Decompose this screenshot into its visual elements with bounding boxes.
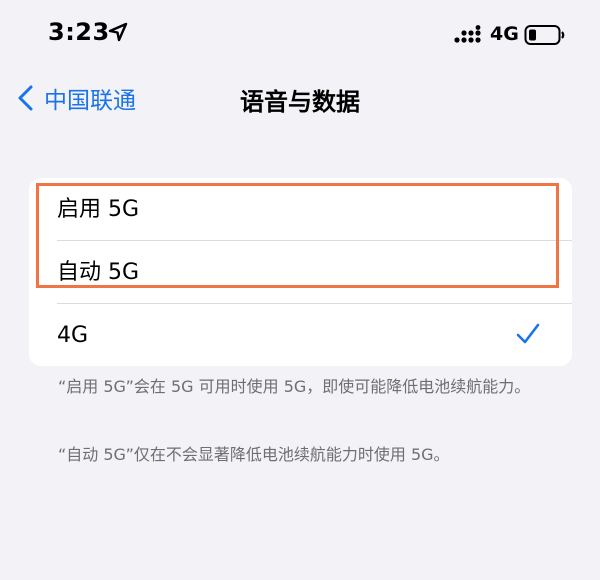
navigation-bar: 中国联通 语音与数据 xyxy=(0,70,600,126)
option-4g[interactable]: 4G xyxy=(29,304,572,366)
checkmark-icon xyxy=(516,323,540,344)
status-bar: 3:23 4G xyxy=(0,0,600,70)
footnote-auto-5g: “自动 5G”仅在不会显著降低电池续航能力时使用 5G。 xyxy=(58,445,450,464)
status-time: 3:23 xyxy=(48,18,110,46)
cellular-signal-icon xyxy=(454,25,481,43)
page-title: 语音与数据 xyxy=(240,88,360,116)
option-label: 4G xyxy=(57,323,89,348)
battery-low-icon xyxy=(524,25,565,45)
option-auto-5g[interactable]: 自动 5G xyxy=(29,241,572,303)
location-arrow-icon xyxy=(108,22,128,42)
option-label: 自动 5G xyxy=(57,260,140,285)
network-options-card: 启用 5G 自动 5G 4G xyxy=(29,178,572,366)
option-label: 启用 5G xyxy=(57,197,140,222)
network-type: 4G xyxy=(490,23,519,45)
footnote-enable-5g: “启用 5G”会在 5G 可用时使用 5G，即使可能降低电池续航能力。 xyxy=(58,377,531,396)
option-enable-5g[interactable]: 启用 5G xyxy=(29,178,572,240)
